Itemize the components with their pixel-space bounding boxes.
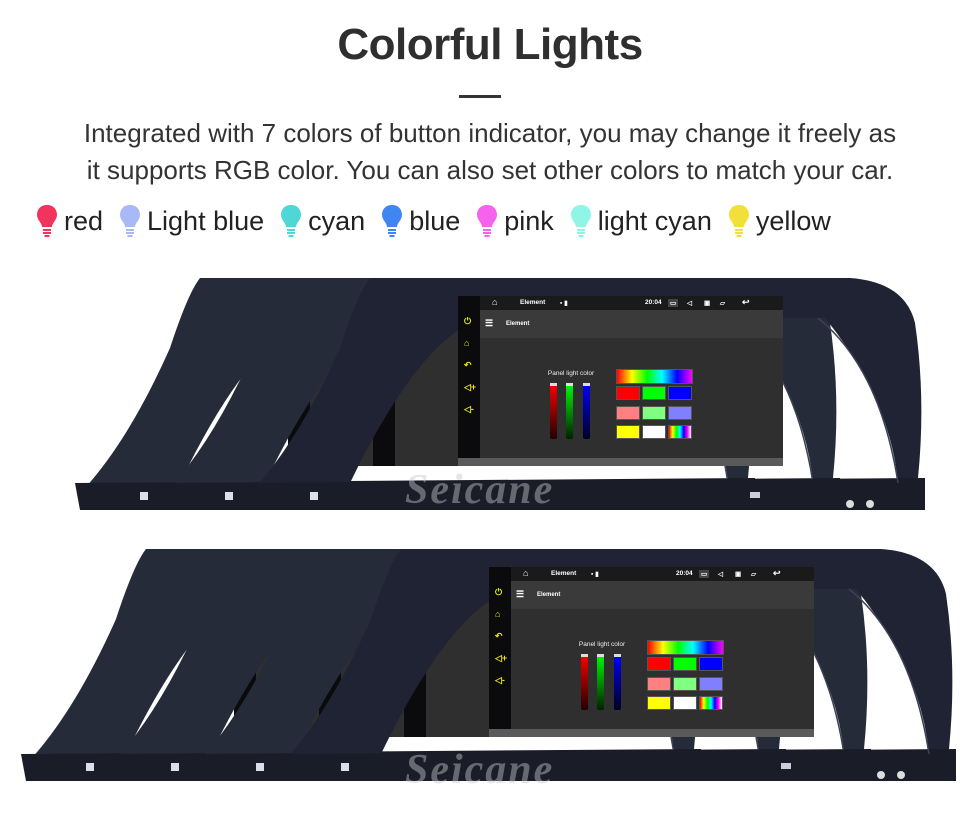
watermark-bottom: Seicane (405, 747, 555, 793)
volume-up-button-icon[interactable]: ◁+ (495, 653, 507, 663)
color-swatch[interactable] (699, 657, 723, 671)
volume-down-button-icon[interactable]: ◁- (495, 675, 505, 685)
clock: 20:04 (676, 570, 693, 577)
product-image-bottom: ◁+◁- ◁+◁- ◁+◁- ⏻⌂↶◁+◁- ⌂ Element ▪ ▮ 20:… (0, 0, 980, 826)
color-swatch[interactable] (673, 696, 697, 710)
app-header: ☰ Element (511, 581, 814, 609)
notification-icons: ▪ ▮ (591, 571, 599, 578)
color-swatch[interactable] (673, 657, 697, 671)
color-swatch[interactable] (647, 676, 671, 691)
color-swatch[interactable] (699, 676, 723, 691)
power-button-icon[interactable]: ⏻ (495, 587, 502, 597)
button-panel: ⏻ ⌂ ↶ ◁+ ◁- (489, 567, 511, 737)
color-swatch[interactable] (673, 676, 697, 691)
watermark-top: Seicane (405, 467, 555, 513)
color-swatch[interactable] (699, 696, 723, 710)
window-icon[interactable]: ▱ (751, 570, 756, 578)
volume-icon[interactable]: ◁ (718, 570, 723, 578)
menu-icon[interactable]: ☰ (516, 589, 524, 600)
screenshot-icon[interactable]: ▭ (699, 570, 710, 578)
status-bar: ⌂ Element ▪ ▮ 20:04 ▭ ◁ ▣ ▱ ↩ (511, 567, 814, 581)
home-button-icon[interactable]: ⌂ (495, 609, 500, 619)
panel-light-label: Panel light color (578, 641, 626, 648)
blue-slider[interactable] (614, 654, 621, 710)
color-swatch[interactable] (647, 696, 671, 710)
cast-icon[interactable]: ▣ (735, 570, 741, 578)
back-button-icon[interactable]: ↶ (495, 631, 503, 641)
rainbow-bar[interactable] (647, 640, 724, 655)
screen-reflection (489, 729, 814, 737)
home-icon[interactable]: ⌂ (523, 568, 528, 578)
status-title: Element (551, 570, 577, 577)
head-unit-screen[interactable]: ⏻ ⌂ ↶ ◁+ ◁- ⌂ Element ▪ ▮ 20:04 ▭ ◁ ▣ ▱ ↩ ☰ … (489, 567, 814, 737)
header-title: Element (537, 592, 561, 598)
color-swatch[interactable] (647, 657, 671, 671)
green-slider[interactable] (597, 654, 604, 710)
back-icon[interactable]: ↩ (773, 568, 781, 579)
red-slider[interactable] (581, 654, 588, 710)
